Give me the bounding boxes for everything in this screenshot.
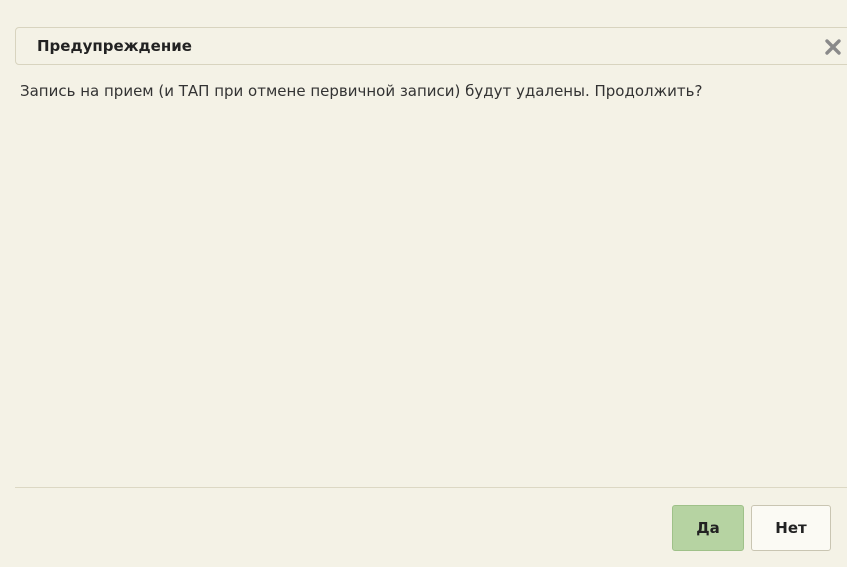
dialog-title: Предупреждение: [37, 37, 192, 55]
dialog-titlebar: Предупреждение: [15, 27, 847, 65]
warning-dialog: Предупреждение Запись на прием (и ТАП пр…: [0, 0, 847, 567]
close-icon[interactable]: [822, 36, 844, 58]
no-button[interactable]: Нет: [751, 505, 831, 551]
yes-button[interactable]: Да: [672, 505, 744, 551]
dialog-message: Запись на прием (и ТАП при отмене первич…: [20, 82, 703, 100]
footer-divider: [15, 487, 847, 488]
